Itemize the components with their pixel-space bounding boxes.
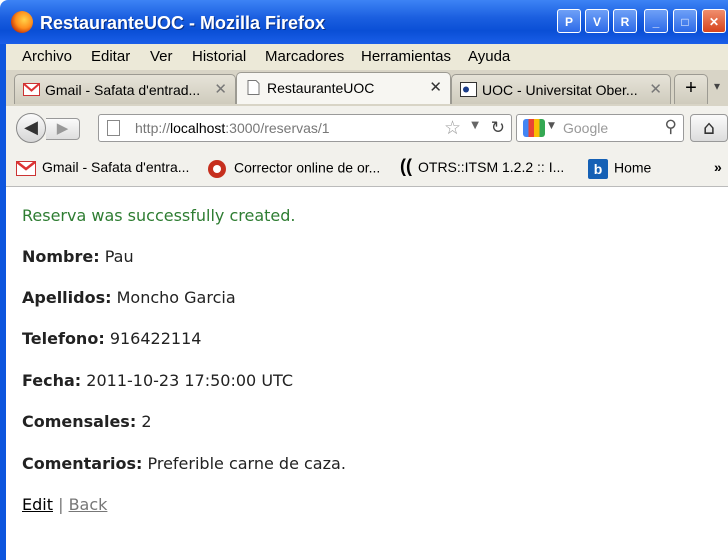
bookmark-star-icon[interactable]: ☆ (444, 117, 461, 139)
search-icon[interactable]: ⚲ (665, 117, 677, 137)
firefox-logo-icon (11, 11, 33, 33)
tab-restaurante[interactable]: RestauranteUOC ✕ (236, 72, 451, 104)
otrs-icon: (( (400, 155, 412, 176)
maximize-button[interactable]: □ (673, 9, 697, 33)
bookmark-otrs[interactable]: ((OTRS::ITSM 1.2.2 :: I... (400, 155, 564, 177)
forward-arrow-icon: ▶ (56, 119, 69, 137)
search-bar[interactable]: ▼ Google ⚲ (516, 114, 684, 142)
gmail-icon (16, 160, 36, 176)
search-input[interactable]: Google (563, 120, 608, 136)
close-tab-icon[interactable]: ✕ (649, 80, 662, 98)
field-telefono: Telefono: 916422114 (22, 329, 202, 348)
field-fecha: Fecha: 2011-10-23 17:50:00 UTC (22, 371, 294, 390)
page-icon (247, 80, 260, 95)
menu-editar[interactable]: Editar (91, 48, 130, 65)
corrector-icon (208, 160, 226, 178)
b-icon: b (588, 159, 608, 179)
bookmark-gmail[interactable]: Gmail - Safata d'entra... (16, 159, 189, 176)
home-icon: ⌂ (702, 117, 716, 139)
tab-label: UOC - Universitat Ober... (482, 82, 638, 98)
bookmarks-toolbar: Gmail - Safata d'entra... Corrector onli… (6, 150, 728, 187)
tab-label: RestauranteUOC (267, 80, 375, 96)
search-engine-dropdown-icon[interactable]: ▼ (548, 121, 555, 131)
tab-bar: Gmail - Safata d'entrad... ✕ Restaurante… (6, 70, 728, 107)
bookmark-home[interactable]: b Home (588, 159, 651, 179)
url-text[interactable]: http://localhost:3000/reservas/1 (135, 120, 330, 136)
back-arrow-icon: ◀ (24, 117, 38, 138)
flash-notice: Reserva was successfully created. (22, 206, 296, 225)
google-icon[interactable] (523, 119, 545, 137)
new-tab-button[interactable]: + (674, 74, 708, 104)
menu-herramientas[interactable]: Herramientas (361, 48, 451, 65)
window-btn-p[interactable]: P (557, 9, 581, 33)
close-tab-icon[interactable]: ✕ (429, 78, 442, 96)
gmail-icon (23, 83, 40, 96)
minimize-button[interactable]: _ (644, 9, 668, 33)
url-dropdown-icon[interactable]: ▼ (471, 120, 479, 131)
bookmarks-more-button[interactable]: » (714, 159, 722, 175)
navigation-bar: ◀ ▶ http://localhost:3000/reservas/1 ☆ ▼… (6, 106, 728, 150)
window-btn-r[interactable]: R (613, 9, 637, 33)
back-link[interactable]: Back (69, 495, 108, 514)
tab-label: Gmail - Safata d'entrad... (45, 82, 201, 98)
close-tab-icon[interactable]: ✕ (214, 80, 227, 98)
field-comentarios: Comentarios: Preferible carne de caza. (22, 454, 346, 473)
menu-historial[interactable]: Historial (192, 48, 246, 65)
tab-uoc[interactable]: UOC - Universitat Ober... ✕ (451, 74, 671, 104)
menu-marcadores[interactable]: Marcadores (265, 48, 344, 65)
menu-bar: Archivo Editar Ver Historial Marcadores … (6, 44, 728, 70)
page-actions: Edit | Back (22, 495, 107, 514)
close-button[interactable]: ✕ (702, 9, 726, 33)
url-bar[interactable]: http://localhost:3000/reservas/1 ☆ ▼ ↻ (98, 114, 512, 142)
menu-ver[interactable]: Ver (150, 48, 173, 65)
page-icon (107, 120, 120, 136)
tab-gmail[interactable]: Gmail - Safata d'entrad... ✕ (14, 74, 236, 104)
link-separator: | (58, 495, 64, 514)
edit-link[interactable]: Edit (22, 495, 53, 514)
bookmark-corrector[interactable]: Corrector online de or... (206, 159, 380, 179)
title-bar[interactable]: RestauranteUOC - Mozilla Firefox P V R _… (0, 0, 728, 44)
home-button[interactable]: ⌂ (690, 114, 728, 142)
field-nombre: Nombre: Pau (22, 247, 134, 266)
menu-ayuda[interactable]: Ayuda (468, 48, 510, 65)
forward-button[interactable]: ▶ (46, 118, 80, 140)
tab-list-icon[interactable]: ▾ (714, 79, 720, 93)
field-apellidos: Apellidos: Moncho Garcia (22, 288, 236, 307)
uoc-icon (460, 82, 477, 97)
window-title: RestauranteUOC - Mozilla Firefox (40, 13, 326, 33)
back-button[interactable]: ◀ (16, 113, 46, 143)
field-comensales: Comensales: 2 (22, 412, 152, 431)
reload-icon[interactable]: ↻ (491, 118, 505, 138)
window-btn-v[interactable]: V (585, 9, 609, 33)
menu-archivo[interactable]: Archivo (22, 48, 72, 65)
